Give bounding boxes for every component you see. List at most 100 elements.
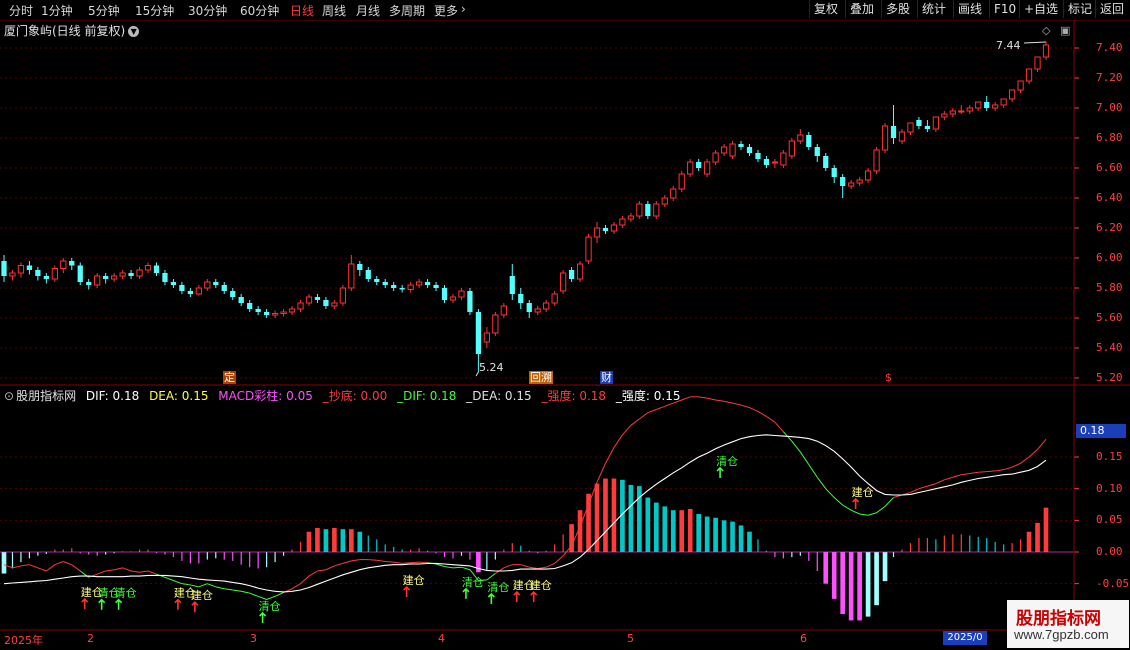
watermark-url: www.7gpzb.com (1014, 627, 1109, 642)
x-axis-label-may: 5 (627, 632, 634, 645)
strength-line-segment (274, 592, 284, 597)
candlestick-series (1, 41, 1050, 377)
candle-body (86, 282, 92, 285)
candle-body (339, 287, 346, 304)
strength-line-segment (139, 570, 149, 573)
strength-line-segment (799, 451, 810, 465)
signal-label: 清仓 (716, 454, 738, 468)
candle-body (1034, 56, 1041, 70)
chaodi-value: _抄底: 0.00 (322, 389, 388, 403)
strength-line-segment (351, 559, 360, 562)
kline-chart[interactable]: 建仓清仓清仓 建仓建仓清仓建仓 清仓 清仓 建仓建仓清仓建仓 (0, 0, 1130, 650)
signal-label: 建仓 (530, 578, 552, 592)
indicator-chevron-icon[interactable]: ⊙ (4, 389, 14, 403)
strength-line-segment (995, 469, 1004, 472)
event-marker-cai[interactable]: 财 (600, 371, 613, 384)
candle-body (712, 152, 719, 163)
strength-line-segment (537, 566, 547, 569)
strength-line-segment (308, 570, 318, 577)
strength-line-segment (181, 583, 191, 586)
candle-body (204, 281, 211, 289)
macd-bar (679, 510, 685, 552)
candle-body (162, 273, 168, 282)
signal-arrow-icon (174, 598, 182, 610)
high-pointer-line (1023, 41, 1047, 44)
candle-body (280, 311, 287, 314)
price-tick-label: 5.80 (1096, 281, 1123, 294)
candle-body (568, 270, 575, 279)
candle-body (153, 265, 160, 273)
candle-body (255, 309, 261, 312)
candle-body (848, 182, 855, 187)
candle-body (958, 110, 965, 113)
strength-line-segment (715, 399, 725, 402)
strength-line-segment (147, 570, 157, 575)
x-axis-label-mar: 3 (250, 632, 257, 645)
strength-line-segment (215, 586, 225, 590)
strength-line-segment (986, 470, 996, 473)
macd-bar (628, 484, 634, 552)
candle-body (323, 300, 329, 306)
signal-label: 建仓 (191, 588, 213, 602)
macd-bar (857, 552, 862, 621)
strength-line-segment (927, 483, 937, 487)
event-marker-huisu[interactable]: 回溯 (529, 371, 553, 384)
crosshair-date-box: 2025/0 (943, 631, 987, 645)
candle-body (636, 203, 643, 217)
event-marker-ding[interactable]: 定 (223, 371, 236, 384)
price-tick-label: 6.40 (1096, 191, 1123, 204)
strength-line-segment (20, 564, 30, 567)
strength-line-segment (368, 559, 377, 561)
strength-line-segment (774, 421, 784, 432)
candle-body (916, 120, 922, 126)
candle-body (653, 203, 660, 217)
event-marker-dollar[interactable]: $ (884, 371, 893, 384)
candle-body (755, 153, 761, 159)
candle-body (593, 227, 601, 238)
macd-value: MACD彩柱: 0.05 (218, 389, 313, 403)
candle-body (441, 288, 448, 300)
strength-line-segment (317, 569, 326, 572)
price-tick-label: 6.80 (1096, 131, 1123, 144)
macd-bar (696, 514, 701, 552)
candle-body (51, 268, 58, 280)
strength-line-segment (859, 513, 869, 516)
strength-line-segment (757, 410, 767, 417)
strength-line-segment (605, 447, 615, 464)
strength-line-segment (334, 562, 344, 567)
strength-line-segment (232, 589, 242, 592)
candle-body (797, 134, 804, 142)
candle-body (60, 260, 67, 269)
indicator-tick-label: 0.10 (1096, 481, 1123, 495)
strength-line-segment (749, 407, 759, 412)
candle-body (492, 314, 499, 334)
strength-line-segment (910, 488, 920, 493)
strength-line-segment (452, 566, 462, 569)
strength-line-segment (1037, 438, 1047, 450)
candle-body (247, 303, 253, 309)
strength-line-segment (723, 400, 733, 404)
candle-body (119, 272, 126, 277)
dea-line (3, 434, 1047, 593)
strength-line-segment (37, 567, 47, 572)
candle-body (391, 285, 397, 288)
strength-line-segment (647, 409, 657, 414)
macd-bar (653, 502, 659, 552)
indicator-name[interactable]: 股朋指标网 (16, 389, 76, 403)
strength-line-segment (816, 476, 827, 489)
strength-line-segment (461, 566, 471, 571)
candle-body (984, 102, 990, 108)
candle-body (729, 143, 736, 157)
signal-arrow-icon (259, 611, 267, 623)
indicator-tick-label: -0.05 (1096, 576, 1130, 590)
signal-label: 清仓 (115, 586, 137, 600)
indicator-tick-label: 0.00 (1096, 545, 1123, 558)
strength-line-segment (402, 562, 411, 564)
signal-label: 建仓 (852, 485, 874, 499)
candle-body (1017, 80, 1024, 91)
candle-body (1, 261, 7, 276)
strength-line-segment (656, 405, 665, 410)
candle-body (1042, 44, 1050, 58)
price-tick-label: 6.20 (1096, 221, 1123, 234)
signal-arrow-icon (462, 587, 470, 599)
